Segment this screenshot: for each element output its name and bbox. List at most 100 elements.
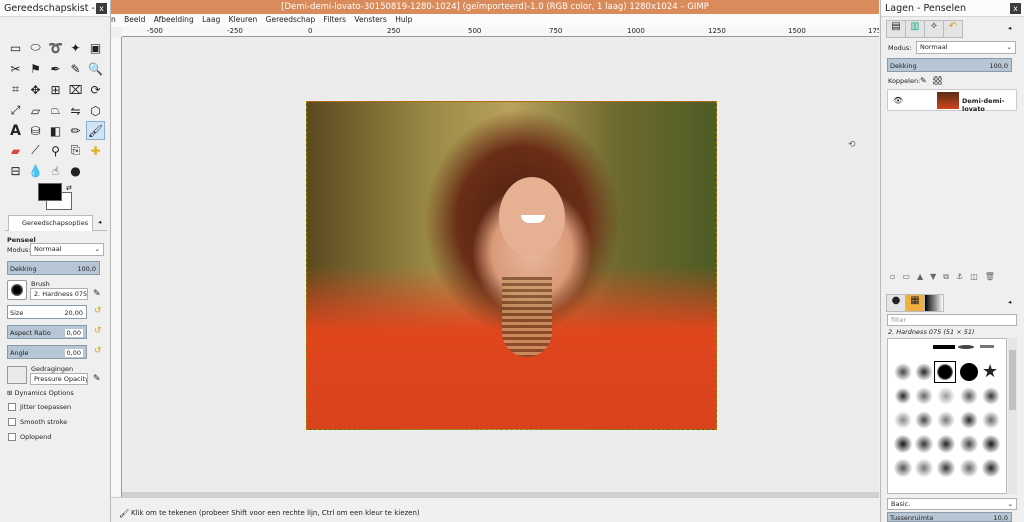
raise-layer-icon[interactable]: ▲ bbox=[917, 272, 930, 281]
menu-filters[interactable]: Filters bbox=[324, 15, 346, 24]
angle-slider[interactable]: Angle 0,00 bbox=[7, 345, 87, 359]
brush-item[interactable] bbox=[980, 345, 994, 348]
brush-item[interactable] bbox=[915, 459, 933, 477]
brush-item[interactable] bbox=[937, 387, 955, 405]
incremental-checkbox[interactable] bbox=[8, 433, 16, 441]
menu-beeld[interactable]: Beeld bbox=[124, 15, 145, 24]
horizontal-ruler[interactable]: -500 -250 0 250 500 750 1000 1250 1500 1… bbox=[122, 27, 879, 37]
dock-menu-icon[interactable]: ◂ bbox=[1008, 24, 1011, 32]
gradient-icon[interactable]: ◧ bbox=[46, 121, 65, 140]
brush-item[interactable] bbox=[960, 363, 978, 381]
menu-afbeelding[interactable]: Afbeelding bbox=[154, 15, 194, 24]
dynamics-icon[interactable] bbox=[7, 366, 27, 384]
brush-preset-select[interactable]: Basic. ⌄ bbox=[887, 498, 1017, 510]
paths-tab-icon[interactable]: ✧ bbox=[924, 20, 944, 38]
reset-size-icon[interactable]: ↺ bbox=[94, 306, 102, 316]
close-icon[interactable]: x bbox=[1010, 3, 1021, 14]
menu-laag[interactable]: Laag bbox=[202, 15, 220, 24]
aspect-ratio-slider[interactable]: Aspect Ratio 0,00 bbox=[7, 325, 87, 339]
flip-icon[interactable]: ⇋ bbox=[66, 101, 85, 120]
crop-icon[interactable]: ⌧ bbox=[66, 80, 85, 99]
cage-icon[interactable]: ⬡ bbox=[86, 101, 105, 120]
mode-select[interactable]: Normaal ⌄ bbox=[30, 243, 104, 256]
layer-opacity-slider[interactable]: Dekking 100,0 bbox=[887, 58, 1012, 72]
brush-item[interactable] bbox=[937, 411, 955, 429]
menu-gereedschap[interactable]: Gereedschap bbox=[266, 15, 315, 24]
paths-icon[interactable]: ✒ bbox=[46, 59, 65, 78]
brush-item[interactable] bbox=[960, 435, 978, 453]
lock-alpha-icon[interactable] bbox=[933, 76, 942, 85]
brush-item[interactable] bbox=[937, 435, 955, 453]
heal-icon[interactable]: ✚ bbox=[86, 141, 105, 160]
layer-row[interactable]: 👁 Demi-demi-lovato bbox=[887, 89, 1017, 113]
brush-item[interactable] bbox=[915, 411, 933, 429]
brush-item[interactable] bbox=[894, 411, 912, 429]
delete-layer-icon[interactable]: 🗑 bbox=[985, 272, 1002, 281]
layers-tab-icon[interactable]: ▤ bbox=[886, 20, 906, 38]
anchor-layer-icon[interactable]: ⚓ bbox=[956, 272, 970, 281]
lasso-icon[interactable]: ➰ bbox=[46, 38, 65, 57]
lower-layer-icon[interactable]: ▼ bbox=[930, 272, 943, 281]
pencil-icon[interactable]: ✏ bbox=[66, 121, 85, 140]
gradients-tab-icon[interactable] bbox=[924, 294, 944, 312]
brush-item[interactable] bbox=[933, 345, 955, 349]
brush-item[interactable] bbox=[960, 411, 978, 429]
lock-pixels-icon[interactable]: ✎ bbox=[920, 76, 927, 85]
patterns-tab-icon[interactable]: ▦ bbox=[905, 294, 925, 312]
brush-item[interactable] bbox=[960, 387, 978, 405]
brush-item[interactable] bbox=[982, 387, 1000, 405]
reset-angle-icon[interactable]: ↺ bbox=[94, 346, 102, 356]
brush-filter-input[interactable]: filter bbox=[887, 314, 1017, 326]
brush-item[interactable] bbox=[915, 363, 933, 381]
brushes-menu-icon[interactable]: ◂ bbox=[1008, 298, 1011, 306]
color-picker-icon[interactable]: ✎ bbox=[66, 59, 85, 78]
color-select-icon[interactable]: ▣ bbox=[86, 38, 105, 57]
menu-kleuren[interactable]: Kleuren bbox=[229, 15, 258, 24]
brush-item-selected[interactable] bbox=[934, 361, 956, 383]
fuzzy-select-icon[interactable]: ✦ bbox=[66, 38, 85, 57]
align-icon[interactable]: ⊞ bbox=[46, 80, 65, 99]
airbrush-icon[interactable]: ⟋ bbox=[26, 141, 45, 160]
brush-name-field[interactable]: 2. Hardness 075 bbox=[30, 288, 88, 300]
menu-hulp[interactable]: Hulp bbox=[395, 15, 412, 24]
channels-tab-icon[interactable]: ▥ bbox=[905, 20, 925, 38]
smooth-checkbox[interactable] bbox=[8, 418, 16, 426]
edit-brush-icon[interactable]: ✎ bbox=[93, 289, 101, 299]
brush-item[interactable] bbox=[960, 459, 978, 477]
menu-item[interactable]: n bbox=[111, 15, 116, 24]
smudge-icon[interactable]: ☝ bbox=[46, 161, 65, 180]
layer-mode-select[interactable]: Normaal ⌄ bbox=[916, 41, 1016, 54]
brush-item[interactable] bbox=[915, 387, 933, 405]
brush-item[interactable] bbox=[915, 435, 933, 453]
move-icon[interactable]: ✥ bbox=[26, 80, 45, 99]
scale-icon[interactable]: ⤢ bbox=[6, 101, 25, 120]
perspective-clone-icon[interactable]: ⊟ bbox=[6, 161, 25, 180]
eraser-icon[interactable]: ▰ bbox=[6, 141, 25, 160]
foreground-color-swatch[interactable] bbox=[38, 183, 62, 201]
brushes-tab-icon[interactable]: ● bbox=[886, 294, 906, 312]
menu-vensters[interactable]: Vensters bbox=[354, 15, 386, 24]
new-layer-icon[interactable]: ▫ bbox=[890, 272, 902, 281]
undo-tab-icon[interactable]: ↶ bbox=[943, 20, 963, 38]
blur-icon[interactable]: 💧 bbox=[26, 161, 45, 180]
mask-icon[interactable]: ◫ bbox=[970, 272, 985, 281]
perspective-icon[interactable]: ⏢ bbox=[46, 101, 65, 120]
brush-scrollbar[interactable] bbox=[1008, 338, 1017, 494]
reset-aspect-icon[interactable]: ↺ bbox=[94, 326, 102, 336]
rotate-icon[interactable]: ⟳ bbox=[86, 80, 105, 99]
brush-item[interactable] bbox=[894, 363, 912, 381]
ink-icon[interactable]: ⚲ bbox=[46, 141, 65, 160]
image-canvas[interactable] bbox=[306, 101, 717, 430]
dynamics-field[interactable]: Pressure Opacity bbox=[30, 373, 88, 385]
dodge-burn-icon[interactable]: ● bbox=[66, 161, 85, 180]
jitter-checkbox[interactable] bbox=[8, 403, 16, 411]
brush-preview[interactable] bbox=[7, 280, 27, 300]
clone-icon[interactable]: ⎘ bbox=[66, 141, 85, 160]
scissors-icon[interactable]: ✂ bbox=[6, 59, 25, 78]
bucket-fill-icon[interactable]: ⛁ bbox=[26, 121, 45, 140]
opacity-slider[interactable]: Dekking 100,0 bbox=[7, 261, 100, 275]
paintbrush-icon[interactable]: 🖌 bbox=[86, 121, 105, 140]
new-group-icon[interactable]: ▭ bbox=[902, 272, 917, 281]
foreground-select-icon[interactable]: ⚑ bbox=[26, 59, 45, 78]
tab-tool-options[interactable]: Gereedschapsopties bbox=[8, 215, 94, 231]
